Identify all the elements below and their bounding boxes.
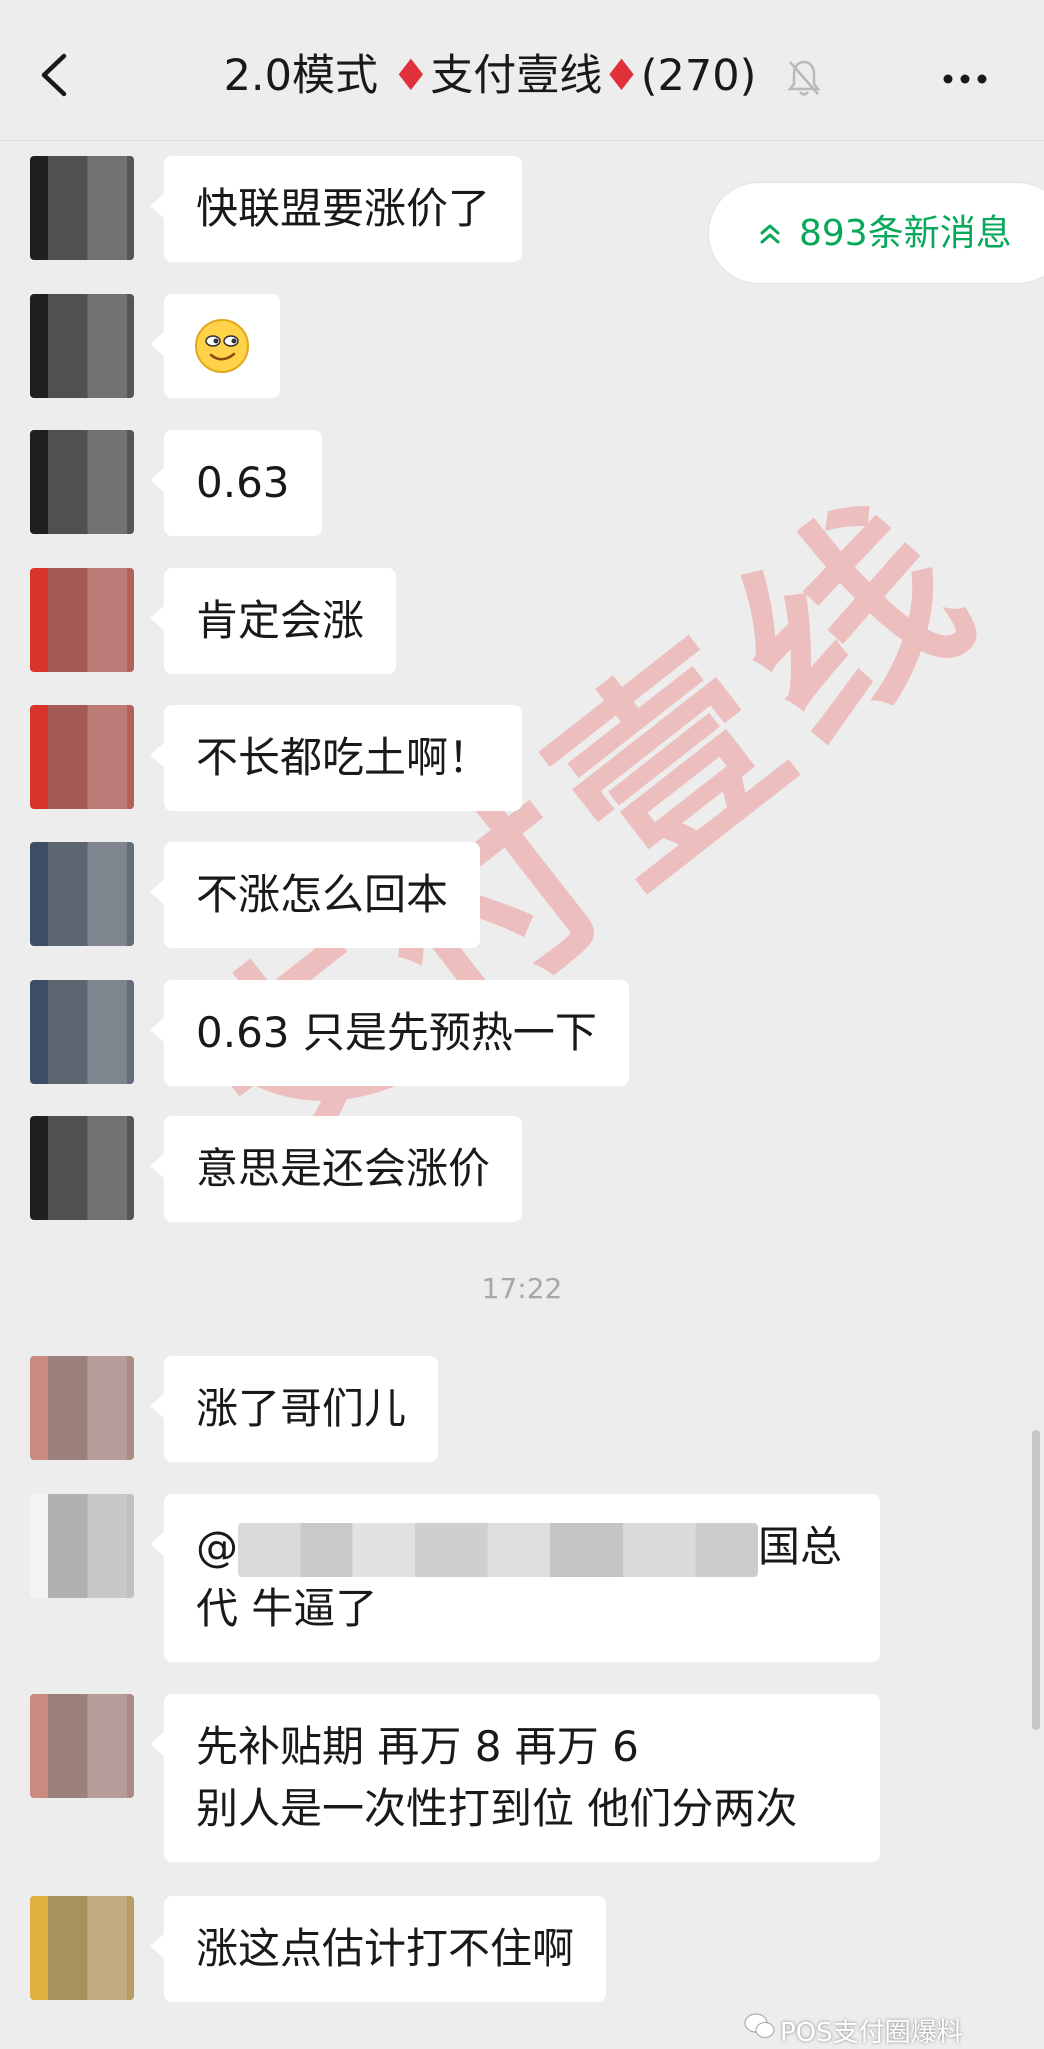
- wechat-icon: [744, 2013, 775, 2038]
- chat-title: 2.0模式 ♦支付壹线♦(270): [160, 48, 820, 104]
- avatar[interactable]: [30, 980, 134, 1084]
- message-bubble[interactable]: [150, 294, 280, 398]
- message-bubble[interactable]: 先补贴期 再万 8 再万 6 别人是一次性打到位 他们分两次: [150, 1694, 880, 1862]
- message-line: @ 国总: [196, 1516, 848, 1578]
- avatar[interactable]: [30, 430, 134, 534]
- avatar[interactable]: [30, 1694, 134, 1798]
- diamond-icon: ♦: [602, 51, 641, 101]
- title-prefix: 2.0模式: [223, 51, 378, 101]
- avatar[interactable]: [30, 568, 134, 672]
- message-line: 代 牛逼了: [196, 1584, 378, 1633]
- avatar[interactable]: [30, 156, 134, 260]
- message-line: 先补贴期 再万 8 再万 6: [196, 1722, 639, 1771]
- avatar[interactable]: [30, 1116, 134, 1220]
- chat-header: 2.0模式 ♦支付壹线♦(270): [0, 0, 1044, 141]
- message-bubble[interactable]: 肯定会涨: [149, 568, 397, 674]
- avatar[interactable]: [30, 294, 134, 398]
- mention-prefix: @: [196, 1522, 238, 1571]
- footer-brand: POS支付圈爆料: [780, 2018, 963, 2048]
- message-bubble[interactable]: 快联盟要涨价了: [149, 156, 523, 262]
- message-bubble[interactable]: 涨了哥们儿: [149, 1356, 439, 1462]
- avatar[interactable]: [30, 1896, 134, 2000]
- message-bubble[interactable]: 意思是还会涨价: [149, 1116, 523, 1222]
- back-arrow-icon[interactable]: [36, 50, 76, 100]
- new-messages-button[interactable]: 893条新消息: [708, 182, 1044, 284]
- message-bubble[interactable]: 0.63: [150, 430, 322, 536]
- double-chevron-up-icon: [760, 224, 780, 244]
- avatar[interactable]: [30, 842, 134, 946]
- redacted-text: [238, 1522, 758, 1577]
- message-timestamp: 17:22: [481, 1272, 563, 1305]
- message-bubble[interactable]: 不长都吃土啊！: [149, 705, 523, 811]
- more-options-icon[interactable]: [940, 64, 990, 94]
- avatar[interactable]: [30, 1356, 134, 1460]
- message-bubble[interactable]: 涨这点估计打不住啊: [149, 1896, 607, 2002]
- avatar[interactable]: [30, 1494, 134, 1598]
- avatar[interactable]: [30, 705, 134, 809]
- new-messages-label: 893条新消息: [799, 213, 1012, 254]
- message-fragment: 国总: [758, 1522, 843, 1571]
- diamond-icon: ♦: [391, 51, 431, 101]
- message-line: 别人是一次性打到位 他们分两次: [196, 1784, 798, 1833]
- message-bubble[interactable]: 不涨怎么回本: [149, 842, 481, 948]
- mute-bell-icon: [787, 60, 821, 96]
- message-bubble[interactable]: @ 国总 代 牛逼了: [150, 1494, 880, 1662]
- member-count: (270): [640, 51, 757, 101]
- title-group-name: 支付壹线: [430, 51, 603, 101]
- smirk-emoji-icon: [195, 319, 249, 373]
- message-bubble[interactable]: 0.63 只是先预热一下: [150, 980, 629, 1086]
- scrollbar[interactable]: [1032, 1430, 1040, 1730]
